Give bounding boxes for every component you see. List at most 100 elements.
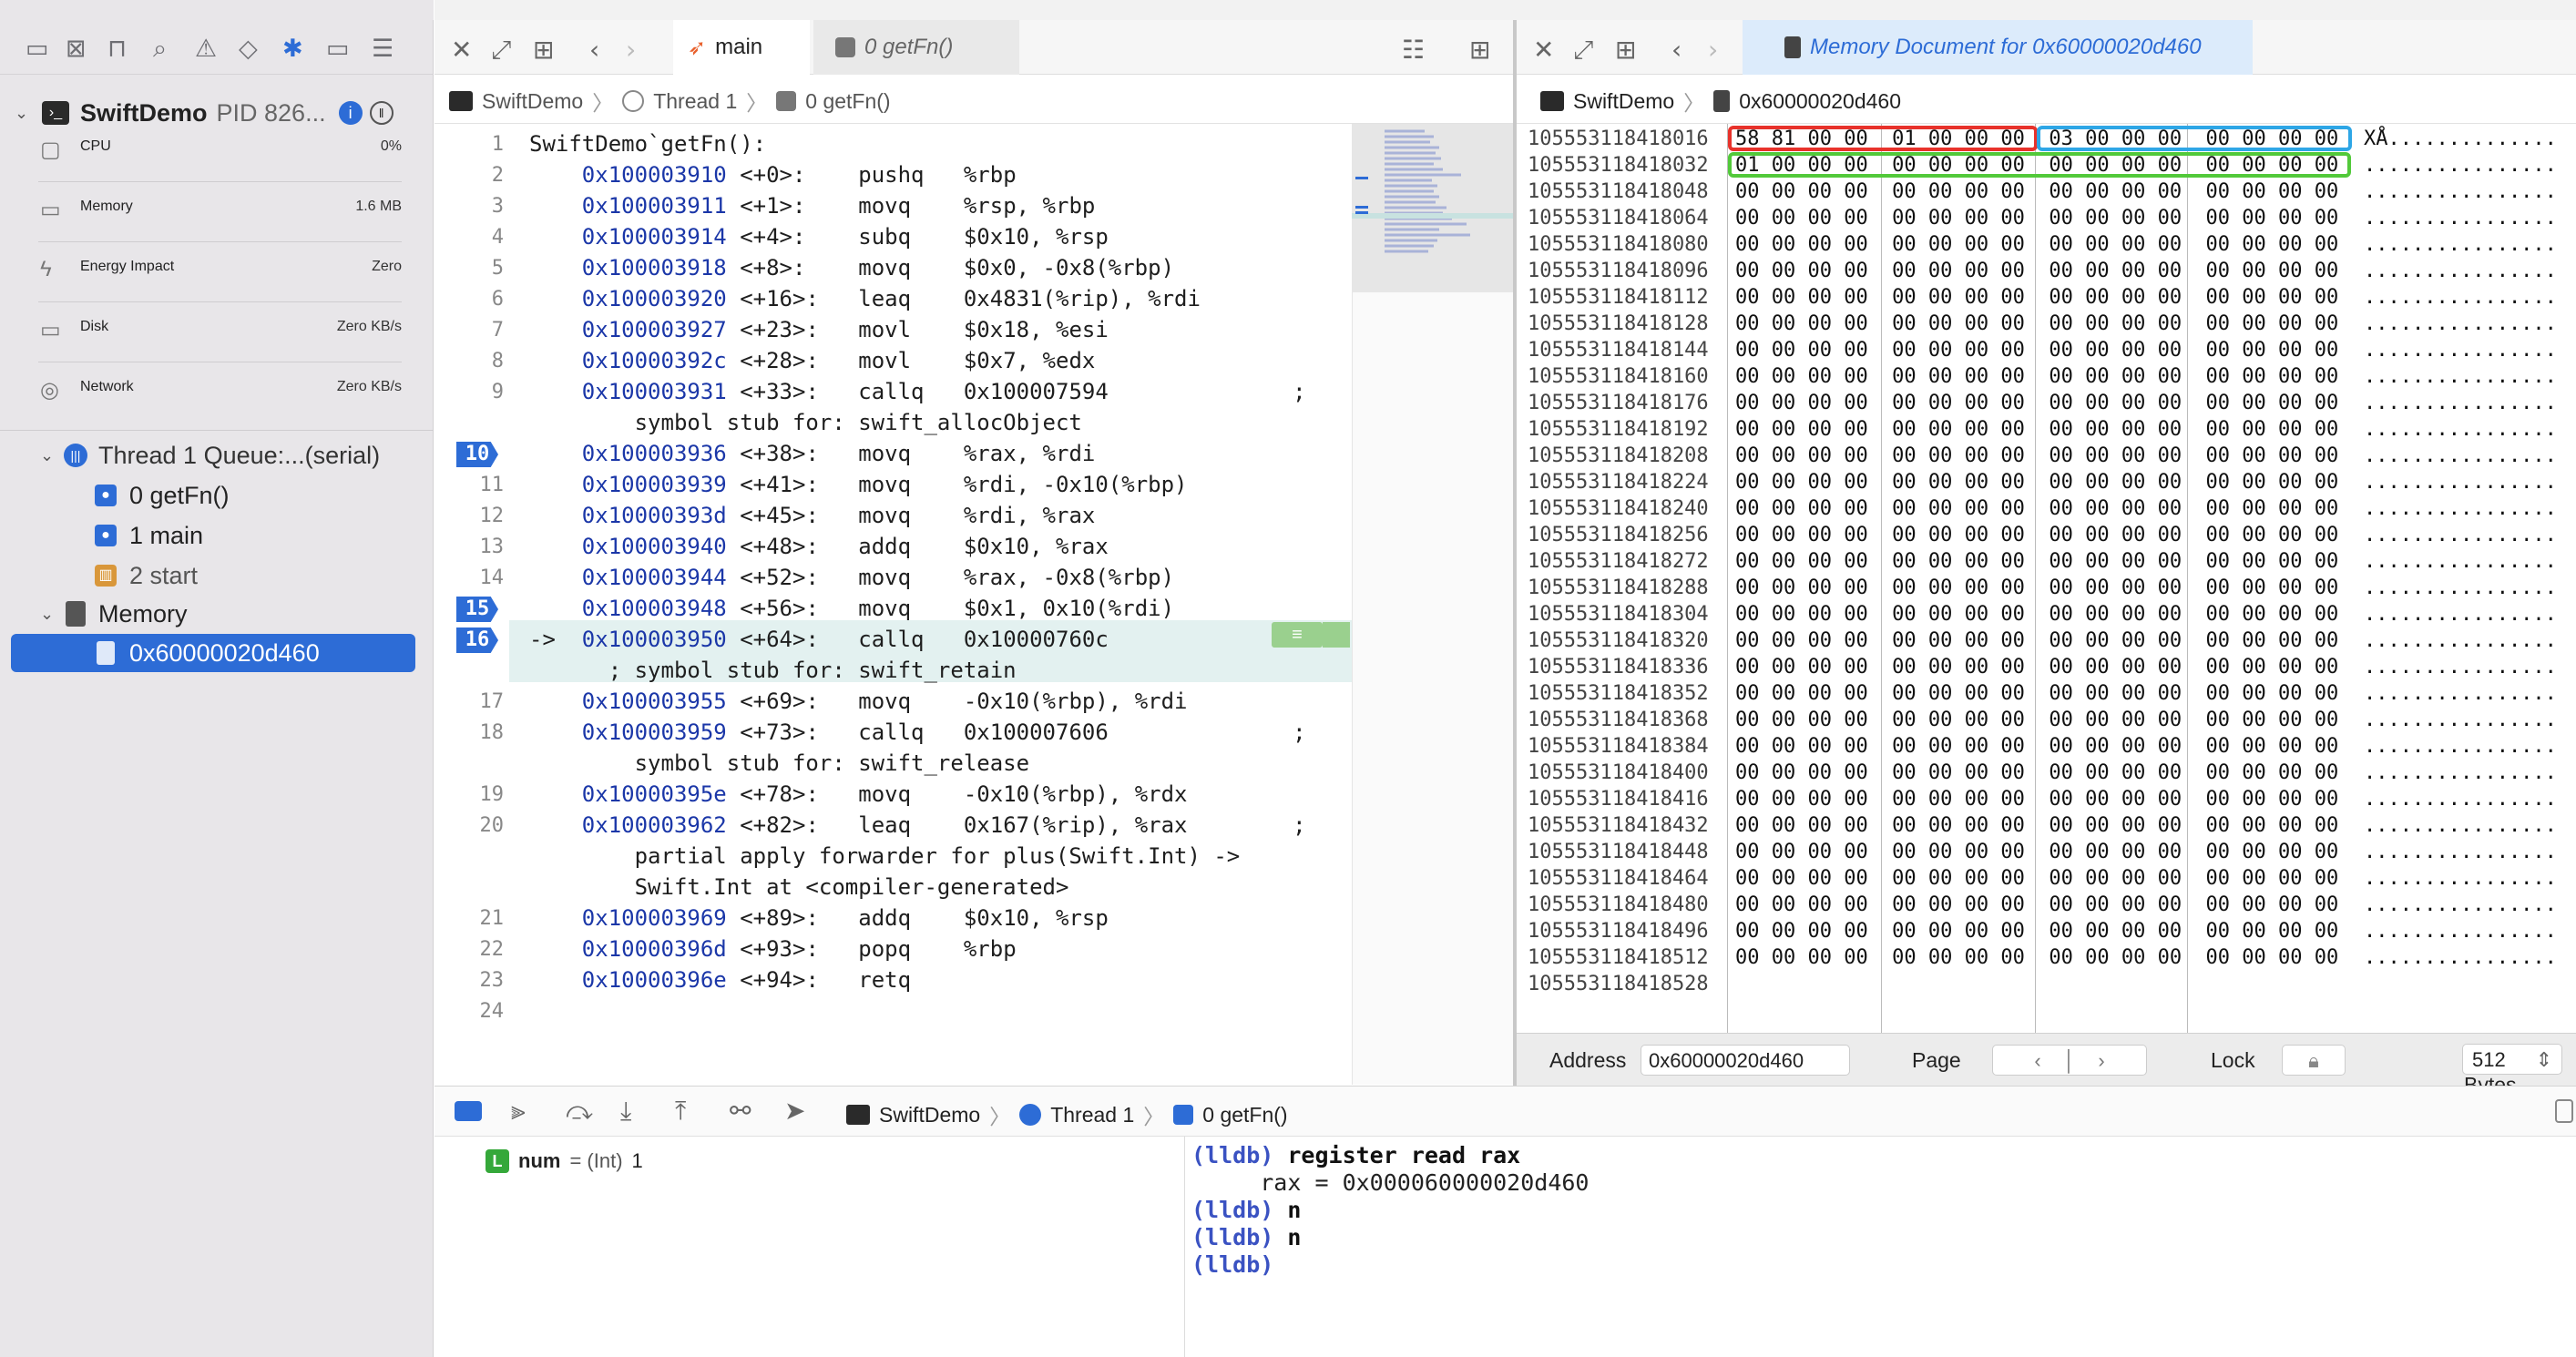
memory-chip-icon [1784, 36, 1801, 58]
warning-icon[interactable]: ⚠ [195, 35, 217, 63]
breadcrumb-item[interactable]: Thread 1 [653, 89, 737, 114]
hierarchy-icon[interactable]: ⊓ [107, 35, 127, 63]
step-over-icon[interactable]: ⤼ [566, 1096, 593, 1127]
report-icon[interactable]: ☰ [372, 35, 394, 63]
line-number: 8 [491, 350, 504, 372]
debug-view-icon[interactable]: ⚯ [730, 1096, 751, 1126]
search-icon[interactable]: ⌕ [153, 35, 167, 64]
memory-item-selected[interactable]: 0x60000020d460 [11, 634, 415, 672]
gauge-value: Zero KB/s [336, 319, 402, 334]
folder-icon[interactable]: ▭ [26, 35, 49, 63]
hex-ascii: ................ [2364, 946, 2557, 969]
breakpoints-toggle-icon[interactable] [455, 1101, 482, 1121]
hex-address: 105553118418320 [1528, 629, 1709, 652]
tab-memory-document[interactable]: Memory Document for 0x60000020d460 [1743, 20, 2253, 75]
pause-icon[interactable]: ‖ [369, 101, 394, 125]
thread-icon [622, 90, 645, 112]
lock-icon[interactable]: 🔒︎ [2282, 1045, 2346, 1076]
variables-view[interactable]: L num = (Int) 1 [434, 1137, 1185, 1357]
line-number: 18 [479, 721, 505, 744]
breadcrumb-item[interactable]: 0 getFn() [1202, 1103, 1287, 1127]
minimap-viewport[interactable] [1352, 124, 1514, 292]
instruction-address: 0x10000392c [581, 348, 727, 373]
gauge-cpu[interactable]: ▢ CPU 0% [38, 124, 402, 182]
code-line: 0x100003969 <+89>: addq $0x10, %rsp [529, 905, 1109, 931]
memory-group-row[interactable]: ⌄ Memory [0, 596, 434, 632]
add-editor-icon[interactable]: ⊞ [1469, 35, 1490, 65]
disassembly-view[interactable]: SwiftDemo`getFn(): 0x100003910 <+0>: pus… [509, 124, 1352, 1085]
editor-options-icon[interactable]: ☷ [1402, 35, 1425, 65]
code-line: 0x10000395e <+78>: movq -0x10(%rbp), %rd… [529, 781, 1188, 807]
breadcrumb-item[interactable]: Thread 1 [1050, 1103, 1134, 1127]
instruction-text: movq $0x1, 0x10(%rdi) [818, 596, 1175, 621]
close-icon[interactable]: ✕ [1533, 35, 1554, 65]
grid-icon[interactable]: ⊞ [533, 35, 554, 65]
frame-row[interactable]: ● 0 getFn() [0, 477, 434, 514]
page-stepper[interactable]: ‹ │ › [1992, 1045, 2147, 1076]
line-gutter[interactable]: 1 2 3 4 5 6 7 8 9 10 11 12 13 14 15 16 17 18 19 20 21 22 23 24 [434, 124, 509, 1085]
code-line: symbol stub for: swift_allocObject [529, 410, 1082, 435]
disclosure-icon[interactable]: ⌄ [40, 446, 60, 465]
bytes-select[interactable]: 512 ⇕ [2462, 1044, 2562, 1075]
grid-icon[interactable]: ⊞ [1615, 35, 1636, 65]
hex-view[interactable]: 105553118418016 58 81 00 00 01 00 00 00 0… [1517, 124, 2576, 1033]
line-number: 19 [479, 783, 505, 806]
tab-label: Memory Document for 0x60000020d460 [1810, 35, 2202, 59]
close-icon[interactable]: ✕ [451, 35, 472, 65]
hex-address: 105553118418288 [1528, 576, 1709, 599]
source-control-icon[interactable]: ⊠ [66, 35, 87, 63]
breakpoint-marker[interactable]: 10 [456, 442, 498, 467]
info-icon[interactable]: i [338, 101, 363, 125]
instruction-text: addq $0x10, %rsp [818, 905, 1109, 931]
gauge-network[interactable]: ◎ Network Zero KB/s [38, 364, 402, 423]
frame-row[interactable]: ● 1 main [0, 517, 434, 554]
continue-icon[interactable]: ⫸ [511, 1096, 526, 1127]
location-icon[interactable]: ➤ [784, 1096, 805, 1126]
breakpoint-icon[interactable]: ▭ [326, 35, 350, 63]
frame-row[interactable]: ▥ 2 start [0, 557, 434, 594]
disclosure-icon[interactable]: ⌄ [40, 605, 60, 624]
hex-address: 105553118418224 [1528, 471, 1709, 494]
forward-icon[interactable]: › [1708, 35, 1718, 65]
breakpoint-marker[interactable]: 16 [456, 627, 498, 653]
lldb-console[interactable]: (lldb) register read rax rax = 0x0000600… [1186, 1137, 2576, 1357]
code-line: 0x100003927 <+23>: movl $0x18, %esi [529, 317, 1109, 342]
breadcrumb-item[interactable]: SwiftDemo [482, 89, 583, 114]
hex-address: 105553118418464 [1528, 867, 1709, 890]
breakpoint-marker[interactable]: 15 [456, 597, 498, 622]
forward-icon[interactable]: › [626, 35, 636, 65]
debug-icon[interactable]: ✱ [282, 35, 303, 63]
gauge-disk[interactable]: ▭ Disk Zero KB/s [38, 304, 402, 362]
breadcrumb-item[interactable]: 0 getFn() [805, 89, 890, 114]
thread-row[interactable]: ⌄ ||| Thread 1 Queue:...(serial) [0, 437, 434, 474]
person-icon: ● [95, 525, 117, 546]
address-field[interactable]: 0x60000020d460 [1641, 1045, 1850, 1076]
expand-icon[interactable]: ⤢ [491, 35, 511, 66]
test-icon[interactable]: ◇ [239, 35, 258, 63]
gauge-energy[interactable]: ϟ Energy Impact Zero [38, 244, 402, 302]
breadcrumb-item[interactable]: 0x60000020d460 [1739, 89, 1901, 114]
gauge-memory[interactable]: ▭ Memory 1.6 MB [38, 184, 402, 242]
panel-toggle-icon[interactable] [2555, 1099, 2573, 1123]
back-icon[interactable]: ‹ [1671, 35, 1682, 65]
code-line: partial apply forwarder for plus(Swift.I… [529, 843, 1241, 869]
hex-ascii: ................ [2364, 576, 2557, 599]
expand-icon[interactable]: ⤢ [1573, 35, 1593, 66]
debug-breadcrumb: SwiftDemo 〉 Thread 1 〉 0 getFn() [846, 1099, 1288, 1130]
hex-address: 105553118418144 [1528, 339, 1709, 362]
step-out-icon[interactable]: ⤒ [675, 1096, 686, 1127]
variable-row[interactable]: L num = (Int) 1 [486, 1149, 643, 1173]
instruction-text: movq $0x0, -0x8(%rbp) [805, 255, 1175, 281]
instruction-offset: <+0>: [726, 162, 806, 188]
process-name: SwiftDemo [80, 98, 208, 127]
line-number: 5 [491, 257, 504, 280]
tab-main[interactable]: ➶ main [673, 20, 810, 75]
gauge-value: Zero [372, 259, 402, 274]
back-icon[interactable]: ‹ [589, 35, 599, 65]
tab-frame[interactable]: 0 getFn() [813, 20, 1019, 75]
instruction-text: leaq 0x167(%rip), %rax ; [818, 812, 1306, 838]
breadcrumb-item[interactable]: SwiftDemo [879, 1103, 980, 1127]
step-into-icon[interactable]: ⤓ [620, 1096, 631, 1127]
breadcrumb-item[interactable]: SwiftDemo [1573, 89, 1674, 114]
disclosure-icon[interactable]: ⌄ [15, 104, 35, 123]
